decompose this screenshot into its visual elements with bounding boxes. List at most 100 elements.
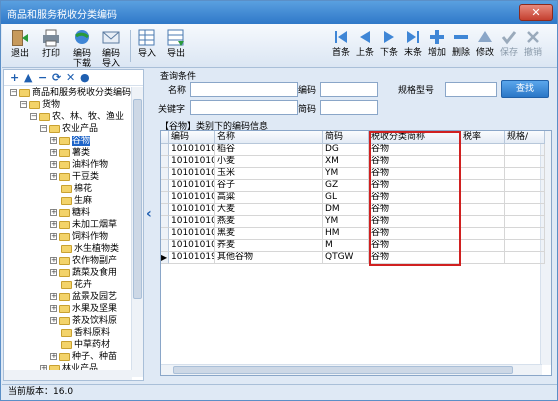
expand-icon[interactable]: +	[50, 305, 57, 312]
table-cell[interactable]: 1010101050(	[169, 192, 215, 204]
collapse-icon[interactable]: −	[20, 101, 27, 108]
collapse-icon[interactable]: −	[10, 89, 17, 96]
table-cell[interactable]: GZ	[323, 180, 369, 192]
table-cell[interactable]: 谷子	[215, 180, 323, 192]
row-selector[interactable]	[161, 228, 169, 240]
column-header[interactable]: 税率	[461, 131, 505, 144]
table-cell[interactable]	[461, 240, 505, 252]
table-cell[interactable]: 黑麦	[215, 228, 323, 240]
expand-icon[interactable]: +	[50, 293, 57, 300]
table-cell[interactable]	[505, 192, 545, 204]
exit-button[interactable]: 退出	[8, 28, 32, 59]
code-input[interactable]	[320, 82, 378, 97]
tree-node[interactable]: + 谷物	[50, 136, 91, 147]
table-cell[interactable]	[461, 180, 505, 192]
table-cell[interactable]: 1010101020(	[169, 156, 215, 168]
table-cell[interactable]: GL	[323, 192, 369, 204]
column-header[interactable]: 规格/	[505, 131, 545, 144]
tree-node[interactable]: + 水果及坚果	[50, 304, 117, 315]
grid-horizontal-scrollbar[interactable]	[161, 364, 542, 375]
column-header[interactable]: 名称	[215, 131, 323, 144]
first-record-button[interactable]: 首条	[330, 28, 352, 58]
tree-node[interactable]: 中草药材	[50, 340, 110, 351]
tree-node[interactable]: + 蔬菜及食用	[50, 268, 117, 279]
table-cell[interactable]	[505, 204, 545, 216]
collapse-icon[interactable]: −	[40, 125, 47, 132]
table-cell[interactable]: 玉米	[215, 168, 323, 180]
tree-node[interactable]: + 薯类	[50, 148, 90, 159]
table-cell[interactable]	[505, 168, 545, 180]
table-cell[interactable]: XM	[323, 156, 369, 168]
tree-up-icon[interactable]: ▲	[24, 71, 32, 84]
table-cell[interactable]: HM	[323, 228, 369, 240]
row-selector[interactable]	[161, 180, 169, 192]
row-selector[interactable]	[161, 156, 169, 168]
expand-icon[interactable]: +	[50, 137, 57, 144]
table-cell[interactable]	[505, 240, 545, 252]
tree-node[interactable]: 水生植物类	[50, 244, 119, 255]
table-cell[interactable]: M	[323, 240, 369, 252]
import-code-button[interactable]: 编码 导入	[99, 28, 123, 69]
tree-node[interactable]: + 农作物副产	[50, 256, 117, 267]
table-cell[interactable]: QTGW	[323, 252, 369, 264]
name-input[interactable]	[190, 82, 298, 97]
last-record-button[interactable]: 末条	[402, 28, 424, 58]
tree-node[interactable]: − 农业产品	[40, 124, 98, 135]
row-selector[interactable]	[161, 204, 169, 216]
expand-icon[interactable]: +	[50, 353, 57, 360]
row-selector[interactable]	[161, 144, 169, 156]
table-cell[interactable]: YM	[323, 168, 369, 180]
table-cell[interactable]	[461, 204, 505, 216]
tree-add-icon[interactable]: +	[10, 71, 19, 84]
table-cell[interactable]	[505, 228, 545, 240]
tree-node[interactable]: + 干豆类	[50, 172, 99, 183]
tree-horizontal-scrollbar[interactable]	[4, 370, 132, 380]
table-cell[interactable]: DM	[323, 204, 369, 216]
tree-node[interactable]: − 农、林、牧、渔业	[30, 112, 124, 123]
table-cell[interactable]: 1010101040(	[169, 180, 215, 192]
save-button[interactable]: 保存	[498, 28, 520, 58]
tree-node[interactable]: + 未加工烟草	[50, 220, 117, 231]
expand-icon[interactable]: +	[50, 269, 57, 276]
table-cell[interactable]: 燕麦	[215, 216, 323, 228]
table-cell[interactable]: 荞麦	[215, 240, 323, 252]
row-selector[interactable]	[161, 216, 169, 228]
column-header[interactable]: 简码	[323, 131, 369, 144]
undo-button[interactable]: 撤销	[522, 28, 544, 58]
expand-icon[interactable]: +	[50, 221, 57, 228]
expand-icon[interactable]: +	[50, 257, 57, 264]
tree-node[interactable]: 香料原料	[50, 328, 110, 339]
expand-icon[interactable]: +	[50, 149, 57, 156]
table-cell[interactable]: 1010101090(	[169, 240, 215, 252]
tree-node[interactable]: − 商品和服务税收分类编码	[10, 88, 131, 99]
tree-scroll-thumb[interactable]	[133, 99, 142, 299]
row-selector[interactable]	[161, 168, 169, 180]
tree-node[interactable]: + 盆景及园艺	[50, 292, 117, 303]
table-cell[interactable]	[505, 144, 545, 156]
table-cell[interactable]: YM	[323, 216, 369, 228]
table-cell[interactable]: DG	[323, 144, 369, 156]
tree-node[interactable]: 棉花	[50, 184, 92, 195]
tree-scrollbar[interactable]	[131, 87, 143, 377]
keyword-input[interactable]	[190, 100, 298, 115]
tree-node[interactable]: + 糖料	[50, 208, 90, 219]
tree-remove-icon[interactable]: −	[38, 71, 47, 84]
import-button[interactable]: 导入	[135, 28, 159, 59]
column-header[interactable]: 编码	[169, 131, 215, 144]
table-cell[interactable]	[505, 156, 545, 168]
table-cell[interactable]	[461, 192, 505, 204]
table-cell[interactable]	[461, 216, 505, 228]
model-input[interactable]	[445, 82, 497, 97]
table-cell[interactable]: 1010101060(	[169, 204, 215, 216]
search-button[interactable]: 查找	[501, 80, 549, 98]
tree-locate-icon[interactable]: ●	[80, 71, 90, 84]
table-cell[interactable]: 1010101010(	[169, 144, 215, 156]
prev-record-button[interactable]: 上条	[354, 28, 376, 58]
tree-close-icon[interactable]: ✕	[66, 71, 75, 84]
edit-button[interactable]: 修改	[474, 28, 496, 58]
table-cell[interactable]	[461, 156, 505, 168]
table-cell[interactable]: 1010101030(	[169, 168, 215, 180]
table-cell[interactable]: 1010101080(	[169, 228, 215, 240]
tree-node[interactable]: − 货物	[20, 100, 60, 111]
tree-refresh-icon[interactable]: ⟳	[52, 71, 61, 84]
